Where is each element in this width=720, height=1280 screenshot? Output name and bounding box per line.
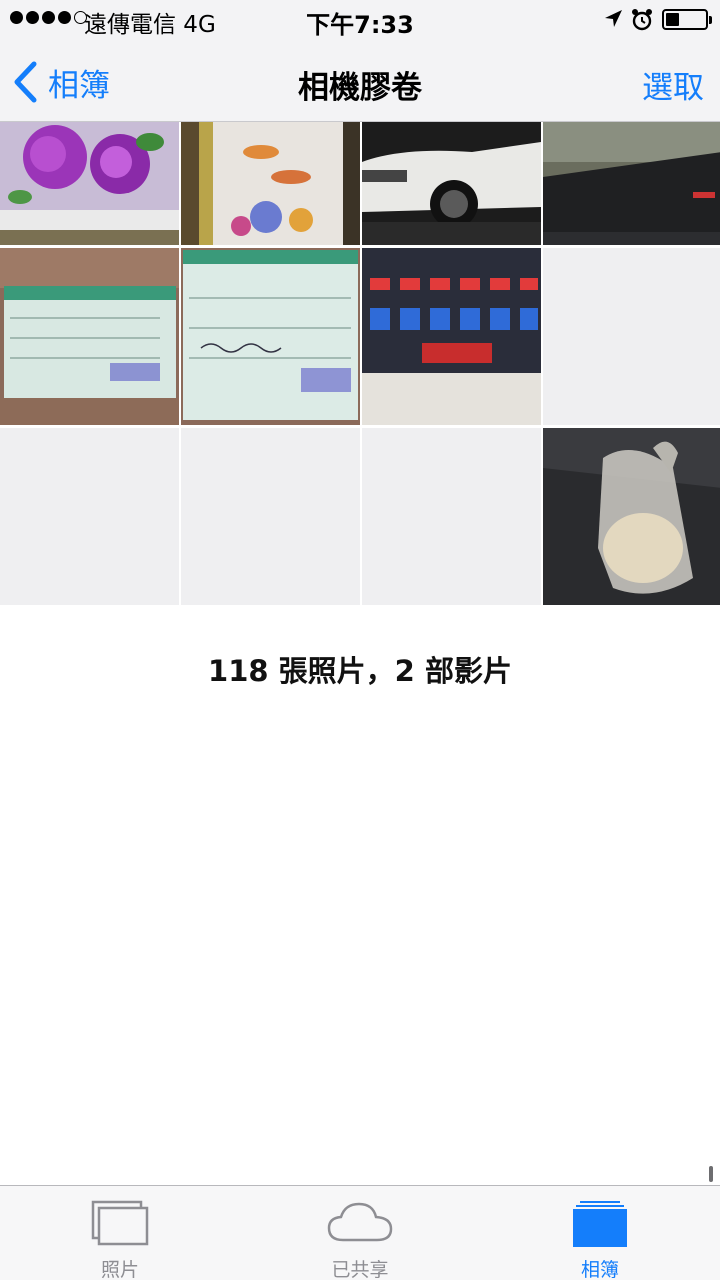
select-button[interactable]: 選取 — [642, 62, 704, 107]
tab-label: 已共享 — [331, 1259, 389, 1280]
photo-video-count: 118 張照片，2 部影片 — [208, 654, 512, 688]
photo-thumbnail[interactable] — [0, 122, 179, 245]
photo-thumbnail[interactable] — [181, 248, 360, 425]
photo-grid — [0, 122, 720, 607]
page-title: 相機膠卷 — [298, 70, 422, 106]
photo-thumbnail-placeholder[interactable] — [362, 428, 541, 605]
alarm-clock-icon — [632, 9, 652, 31]
navigation-bar: 相簿 相機膠卷 選取 — [0, 40, 720, 122]
tab-albums[interactable]: 相簿 — [480, 1186, 720, 1280]
location-arrow-icon — [605, 10, 622, 27]
tab-shared[interactable]: 已共享 — [240, 1186, 480, 1280]
photo-thumbnail[interactable] — [362, 248, 541, 425]
photo-thumbnail[interactable] — [543, 122, 720, 245]
tab-label: 相簿 — [580, 1259, 619, 1280]
status-bar: 遠傳電信 4G 下午7:33 — [0, 0, 720, 40]
photo-thumbnail[interactable] — [362, 122, 541, 245]
photo-thumbnail-placeholder[interactable] — [181, 428, 360, 605]
tab-bar: 照片 已共享 相簿 — [0, 1185, 720, 1280]
photo-thumbnail[interactable] — [0, 248, 179, 425]
tab-photos[interactable]: 照片 — [0, 1186, 240, 1280]
battery-icon — [662, 9, 712, 30]
photo-thumbnail[interactable] — [181, 122, 360, 245]
photos-stack-icon — [91, 1200, 149, 1246]
scroll-indicator — [709, 1166, 713, 1182]
cloud-icon — [327, 1202, 393, 1242]
albums-icon — [573, 1201, 627, 1247]
photo-thumbnail[interactable] — [543, 428, 720, 605]
photo-thumbnail-placeholder[interactable] — [0, 428, 179, 605]
tab-label: 照片 — [100, 1259, 139, 1280]
photo-thumbnail-placeholder[interactable] — [543, 248, 720, 425]
top-bar: 遠傳電信 4G 下午7:33 相簿 相機膠卷 選取 — [0, 0, 720, 122]
